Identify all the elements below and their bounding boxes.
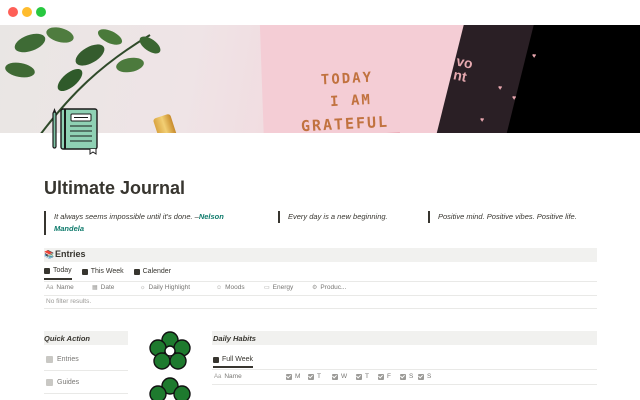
column-label: T — [365, 373, 369, 380]
tab-this-week[interactable]: This Week — [81, 266, 124, 280]
tab-full-week[interactable]: Full Week — [213, 356, 253, 368]
divider — [44, 308, 597, 309]
divider — [44, 281, 597, 282]
heart-icon: ♥ — [512, 95, 517, 102]
text-icon: Aa — [214, 373, 222, 380]
column-header-moods[interactable]: ☺ Moods — [216, 284, 245, 291]
checkbox-icon — [286, 373, 292, 380]
column-label: T — [317, 373, 321, 380]
heart-icon: ♥ — [498, 85, 503, 92]
tab-label: Today — [53, 267, 72, 274]
text-icon: Aa — [46, 284, 54, 291]
tab-label: This Week — [90, 268, 124, 275]
divider — [44, 295, 597, 296]
checkbox-icon — [356, 373, 362, 380]
column-label: S — [427, 373, 432, 380]
divider — [212, 369, 597, 370]
column-label: M — [295, 373, 301, 380]
column-header-sunday[interactable]: S — [418, 373, 431, 380]
quote-callout[interactable]: Positive mind. Positive vibes. Positive … — [428, 211, 598, 223]
column-header-saturday[interactable]: S — [400, 373, 413, 380]
quote-text: It always seems impossible until it's do… — [54, 212, 199, 221]
tab-label: Calender — [142, 268, 172, 275]
column-header-energy[interactable]: ▭ Energy — [264, 284, 293, 291]
table-icon — [44, 267, 50, 274]
column-label: W — [341, 373, 348, 380]
page-title[interactable]: Ultimate Journal — [44, 178, 185, 199]
checkbox-icon — [378, 373, 384, 380]
divider — [44, 393, 128, 394]
tab-calender[interactable]: Calender — [133, 266, 172, 280]
habits-table-header: Aa Name M T W T F S S — [212, 373, 597, 383]
entries-heading[interactable]: 📚Entries — [44, 249, 85, 259]
gear-icon: ⚙ — [312, 285, 318, 291]
column-label: F — [387, 373, 391, 380]
notebook-icon[interactable] — [52, 108, 98, 156]
quote-text: Positive mind. Positive vibes. Positive … — [438, 212, 577, 221]
entries-header-bar — [44, 248, 597, 262]
column-label: Produc... — [320, 284, 347, 291]
column-header-thursday[interactable]: T — [356, 373, 369, 380]
quote-callout[interactable]: It always seems impossible until it's do… — [44, 211, 244, 235]
checkbox-icon — [418, 373, 424, 380]
heart-icon: ♥ — [480, 117, 485, 124]
column-label: Moods — [225, 284, 245, 291]
column-label: Date — [100, 284, 115, 291]
checkbox-icon — [332, 373, 338, 380]
quick-action-title: Quick Action — [44, 334, 90, 343]
column-header-tuesday[interactable]: T — [308, 373, 321, 380]
column-label: Energy — [272, 284, 294, 291]
daily-habits-title: Daily Habits — [213, 334, 256, 343]
quick-action-label: Entries — [57, 356, 79, 363]
flower-icon — [149, 331, 191, 400]
quick-action-entries-link[interactable]: Entries — [46, 356, 79, 363]
column-header-productivity[interactable]: ⚙ Produc... — [312, 284, 346, 291]
daily-habits-header-bar — [212, 331, 597, 345]
column-header-friday[interactable]: F — [378, 373, 391, 380]
checkbox-icon — [308, 373, 314, 380]
quote-callout[interactable]: Every day is a new beginning. — [278, 211, 418, 223]
books-icon — [46, 356, 53, 363]
column-header-wednesday[interactable]: W — [332, 373, 347, 380]
column-header-monday[interactable]: M — [286, 373, 300, 380]
column-header-name[interactable]: Aa Name — [214, 373, 242, 380]
quote-text: Every day is a new beginning. — [288, 212, 388, 221]
gold-pen-image — [152, 113, 186, 133]
window-titlebar — [0, 0, 640, 25]
close-window-button[interactable] — [8, 7, 18, 17]
table-icon — [81, 268, 88, 275]
column-label: S — [409, 373, 414, 380]
quick-action-guides-link[interactable]: Guides — [46, 379, 79, 386]
checkbox-icon — [400, 373, 406, 380]
column-label: Name — [224, 373, 242, 380]
column-header-daily-highlight[interactable]: ☼ Daily Highlight — [140, 284, 190, 291]
books-icon: 📚 — [44, 250, 54, 259]
column-label: Name — [56, 284, 74, 291]
entries-view-tabs: Today This Week Calender — [44, 266, 171, 280]
column-label: Daily Highlight — [148, 284, 191, 291]
battery-icon: ▭ — [264, 285, 270, 291]
tab-today[interactable]: Today — [44, 266, 72, 280]
maximize-window-button[interactable] — [36, 7, 46, 17]
calendar-icon: ▦ — [92, 285, 98, 291]
empty-state-text: No filter results. — [46, 298, 92, 305]
column-header-name[interactable]: Aa Name — [46, 284, 74, 291]
sun-icon: ☼ — [140, 284, 146, 291]
minimize-window-button[interactable] — [22, 7, 32, 17]
smiley-icon: ☺ — [216, 284, 223, 291]
divider — [44, 370, 128, 371]
heart-icon: ♥ — [532, 53, 537, 60]
column-header-date[interactable]: ▦ Date — [92, 284, 114, 291]
divider — [212, 384, 597, 385]
entries-title: Entries — [54, 249, 86, 259]
quick-action-label: Guides — [57, 379, 80, 386]
map-icon — [46, 379, 53, 386]
table-icon — [133, 268, 140, 275]
table-icon — [213, 356, 219, 363]
tab-label: Full Week — [222, 356, 253, 363]
